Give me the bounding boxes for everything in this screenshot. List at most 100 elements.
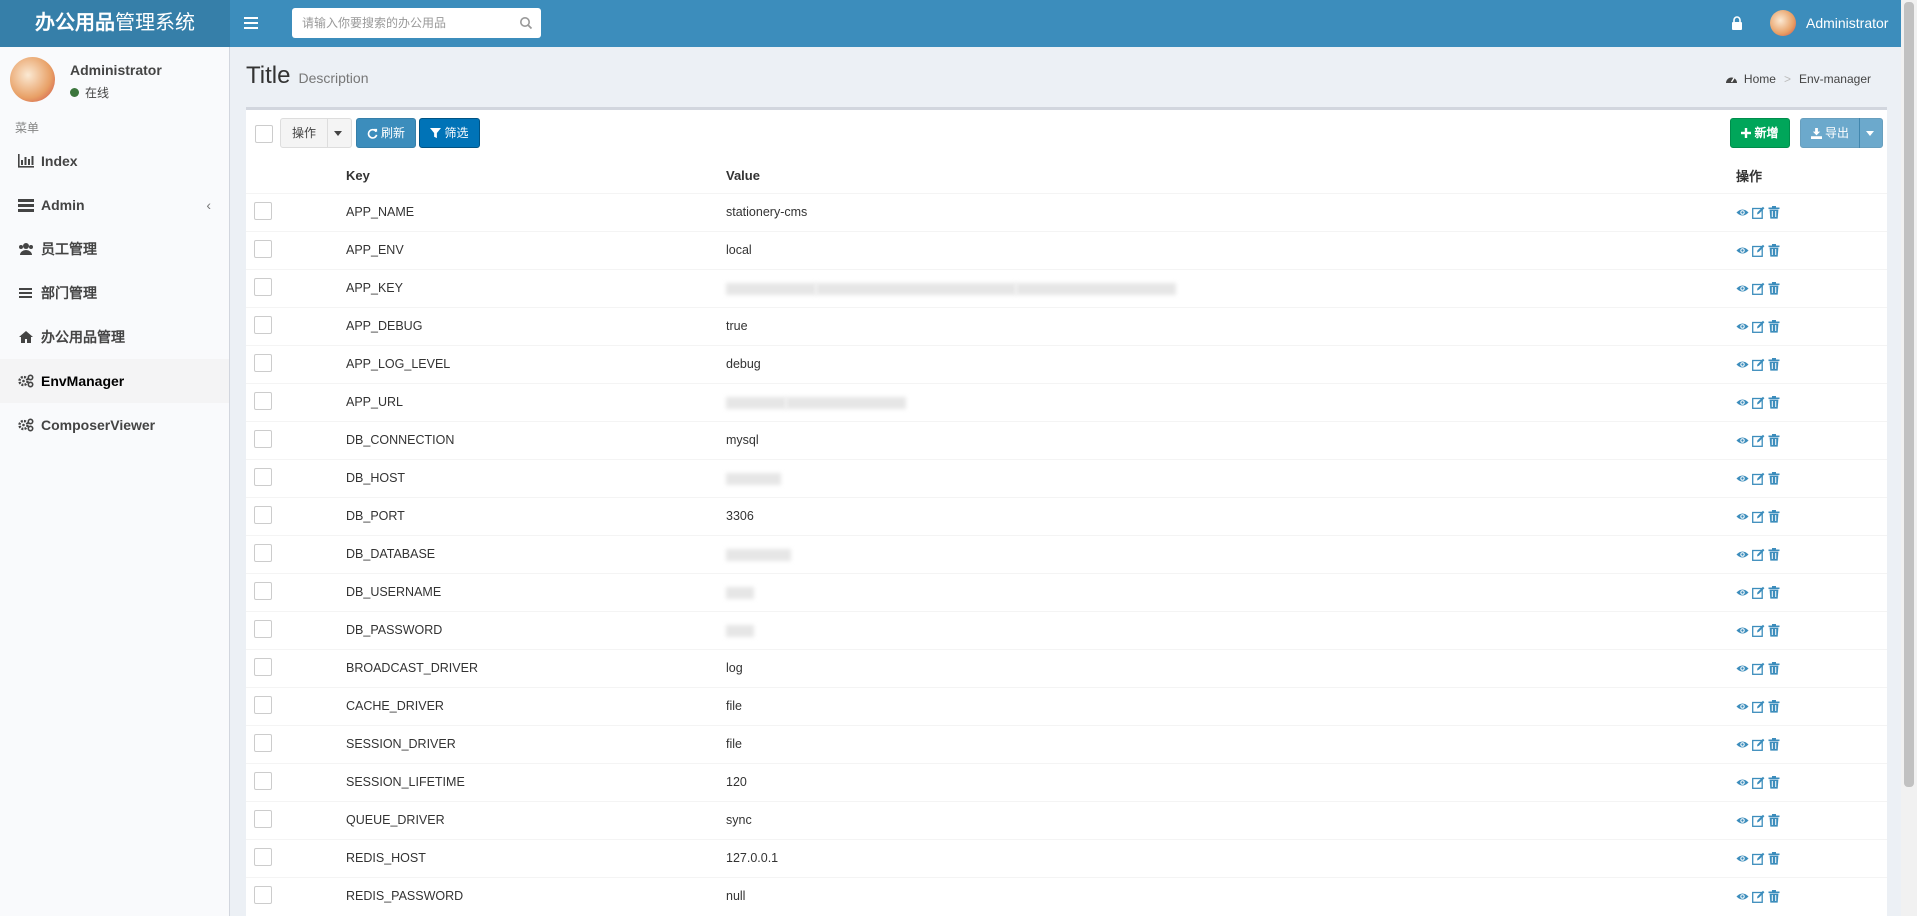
delete-icon[interactable] bbox=[1768, 547, 1781, 561]
edit-icon[interactable] bbox=[1752, 776, 1765, 789]
edit-icon[interactable] bbox=[1752, 320, 1765, 333]
view-icon[interactable] bbox=[1736, 396, 1749, 409]
edit-icon[interactable] bbox=[1752, 586, 1765, 599]
breadcrumb-home-link[interactable]: Home bbox=[1744, 72, 1776, 86]
search-icon[interactable] bbox=[519, 16, 533, 30]
sidebar-item-composerviewer[interactable]: ComposerViewer bbox=[0, 403, 229, 447]
edit-icon[interactable] bbox=[1752, 510, 1765, 523]
view-icon[interactable] bbox=[1736, 434, 1749, 447]
row-checkbox[interactable] bbox=[254, 619, 272, 638]
edit-icon[interactable] bbox=[1752, 890, 1765, 903]
batch-actions-dropdown[interactable] bbox=[327, 118, 352, 148]
edit-icon[interactable] bbox=[1752, 206, 1765, 219]
edit-icon[interactable] bbox=[1752, 434, 1765, 447]
delete-icon[interactable] bbox=[1768, 699, 1781, 713]
delete-icon[interactable] bbox=[1768, 243, 1781, 257]
sidebar-item-staff[interactable]: 员工管理 bbox=[0, 227, 229, 271]
view-icon[interactable] bbox=[1736, 852, 1749, 865]
edit-icon[interactable] bbox=[1752, 738, 1765, 751]
edit-icon[interactable] bbox=[1752, 358, 1765, 371]
delete-icon[interactable] bbox=[1768, 281, 1781, 295]
view-icon[interactable] bbox=[1736, 738, 1749, 751]
view-icon[interactable] bbox=[1736, 548, 1749, 561]
sidebar-item-stationery[interactable]: 办公用品管理 bbox=[0, 315, 229, 359]
row-checkbox[interactable] bbox=[254, 201, 272, 220]
row-checkbox[interactable] bbox=[254, 581, 272, 600]
delete-icon[interactable] bbox=[1768, 433, 1781, 447]
view-icon[interactable] bbox=[1736, 510, 1749, 523]
filter-button[interactable]: 筛选 bbox=[419, 118, 480, 148]
edit-icon[interactable] bbox=[1752, 472, 1765, 485]
delete-icon[interactable] bbox=[1768, 471, 1781, 485]
row-checkbox[interactable] bbox=[254, 885, 272, 904]
edit-icon[interactable] bbox=[1752, 282, 1765, 295]
search-input[interactable] bbox=[292, 8, 507, 38]
page-scrollbar[interactable] bbox=[1901, 0, 1917, 916]
edit-icon[interactable] bbox=[1752, 548, 1765, 561]
edit-icon[interactable] bbox=[1752, 244, 1765, 257]
view-icon[interactable] bbox=[1736, 244, 1749, 257]
row-checkbox[interactable] bbox=[254, 695, 272, 714]
edit-icon[interactable] bbox=[1752, 700, 1765, 713]
view-icon[interactable] bbox=[1736, 700, 1749, 713]
batch-actions-button[interactable]: 操作 bbox=[280, 118, 328, 148]
delete-icon[interactable] bbox=[1768, 775, 1781, 789]
view-icon[interactable] bbox=[1736, 662, 1749, 675]
row-checkbox[interactable] bbox=[254, 733, 272, 752]
delete-icon[interactable] bbox=[1768, 851, 1781, 865]
row-checkbox[interactable] bbox=[254, 353, 272, 372]
row-checkbox[interactable] bbox=[254, 657, 272, 676]
refresh-button[interactable]: 刷新 bbox=[356, 118, 416, 148]
view-icon[interactable] bbox=[1736, 586, 1749, 599]
export-button[interactable]: 导出 bbox=[1800, 118, 1860, 148]
view-icon[interactable] bbox=[1736, 890, 1749, 903]
delete-icon[interactable] bbox=[1768, 395, 1781, 409]
row-checkbox[interactable] bbox=[254, 809, 272, 828]
delete-icon[interactable] bbox=[1768, 205, 1781, 219]
delete-icon[interactable] bbox=[1768, 585, 1781, 599]
delete-icon[interactable] bbox=[1768, 813, 1781, 827]
row-checkbox[interactable] bbox=[254, 315, 272, 334]
delete-icon[interactable] bbox=[1768, 737, 1781, 751]
view-icon[interactable] bbox=[1736, 282, 1749, 295]
row-checkbox[interactable] bbox=[254, 505, 272, 524]
edit-icon[interactable] bbox=[1752, 852, 1765, 865]
delete-icon[interactable] bbox=[1768, 509, 1781, 523]
view-icon[interactable] bbox=[1736, 320, 1749, 333]
edit-icon[interactable] bbox=[1752, 662, 1765, 675]
sidebar-item-envmanager[interactable]: EnvManager bbox=[0, 359, 229, 403]
row-checkbox[interactable] bbox=[254, 467, 272, 486]
delete-icon[interactable] bbox=[1768, 357, 1781, 371]
view-icon[interactable] bbox=[1736, 814, 1749, 827]
delete-icon[interactable] bbox=[1768, 661, 1781, 675]
row-checkbox[interactable] bbox=[254, 429, 272, 448]
view-icon[interactable] bbox=[1736, 358, 1749, 371]
delete-icon[interactable] bbox=[1768, 623, 1781, 637]
row-checkbox[interactable] bbox=[254, 847, 272, 866]
scrollbar-thumb[interactable] bbox=[1904, 2, 1914, 787]
new-button[interactable]: 新增 bbox=[1730, 118, 1790, 148]
edit-icon[interactable] bbox=[1752, 624, 1765, 637]
user-menu[interactable]: Administrator bbox=[1770, 8, 1888, 38]
sidebar-item-admin[interactable]: Admin ‹ bbox=[0, 183, 229, 227]
row-checkbox[interactable] bbox=[254, 239, 272, 258]
sidebar-item-index[interactable]: Index bbox=[0, 139, 229, 183]
row-checkbox[interactable] bbox=[254, 391, 272, 410]
view-icon[interactable] bbox=[1736, 472, 1749, 485]
row-checkbox[interactable] bbox=[254, 771, 272, 790]
export-dropdown[interactable] bbox=[1859, 118, 1883, 148]
view-icon[interactable] bbox=[1736, 206, 1749, 219]
select-all-checkbox[interactable] bbox=[255, 125, 273, 143]
app-logo[interactable]: 办公用品管理系统 bbox=[0, 0, 230, 47]
edit-icon[interactable] bbox=[1752, 814, 1765, 827]
delete-icon[interactable] bbox=[1768, 319, 1781, 333]
edit-icon[interactable] bbox=[1752, 396, 1765, 409]
row-checkbox[interactable] bbox=[254, 543, 272, 562]
row-checkbox[interactable] bbox=[254, 277, 272, 296]
view-icon[interactable] bbox=[1736, 624, 1749, 637]
delete-icon[interactable] bbox=[1768, 889, 1781, 903]
sidebar-toggle-button[interactable] bbox=[240, 12, 262, 34]
sidebar-item-department[interactable]: 部门管理 bbox=[0, 271, 229, 315]
lock-icon[interactable] bbox=[1730, 15, 1744, 31]
view-icon[interactable] bbox=[1736, 776, 1749, 789]
